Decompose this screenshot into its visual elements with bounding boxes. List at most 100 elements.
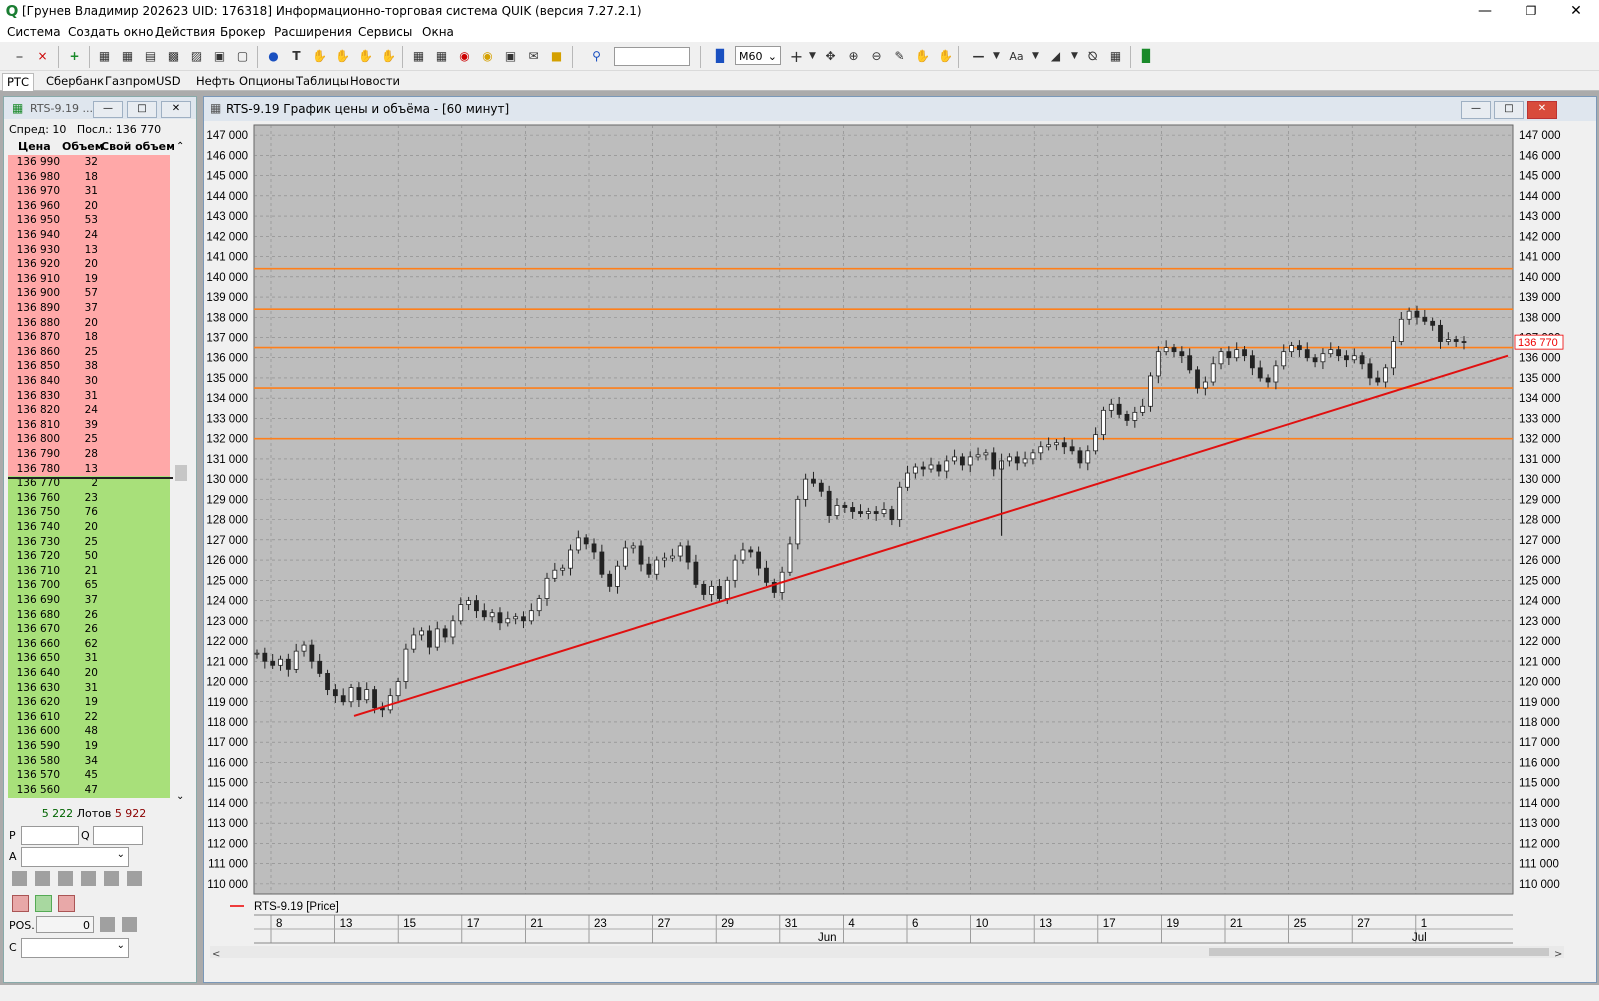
line-tool-icon[interactable]: — [970,48,987,65]
cancel-buy-icon[interactable] [12,895,29,912]
orderbook-scroll-thumb[interactable] [175,465,187,481]
tab-usd[interactable]: USD [152,73,185,90]
positions-icon[interactable]: ▣ [211,48,228,65]
new-window-icon[interactable]: + [66,48,83,65]
line-dropdown-icon[interactable]: ▼ [988,48,1005,65]
menu-extensions[interactable]: Расширения [274,25,352,39]
col-header-volume[interactable]: Объем [62,140,104,153]
zoom-in-icon[interactable]: ⊕ [845,48,862,65]
bid-row[interactable]: 136 680 26 [8,607,170,623]
ask-row[interactable]: 136 990 32 [8,155,170,170]
cancel-all-button[interactable] [104,871,119,886]
ask-row[interactable]: 136 870 18 [8,330,170,346]
ask-row[interactable]: 136 920 20 [8,257,170,273]
disconnect-icon[interactable]: × [34,48,51,65]
bid-row[interactable]: 136 720 50 [8,549,170,565]
font-dropdown-icon[interactable]: ▼ [1027,48,1044,65]
menu-create-window[interactable]: Создать окно [68,25,153,39]
menu-windows[interactable]: Окна [422,25,454,39]
table-icon[interactable]: ▦ [96,48,113,65]
bid-row[interactable]: 136 630 31 [8,680,170,696]
font-icon[interactable]: Aa [1008,48,1025,65]
scroll-up-icon[interactable]: ⌃ [176,141,184,152]
close-position-button[interactable] [100,917,115,932]
hand-icon[interactable]: ✋ [311,48,328,65]
sell-icon[interactable]: ✋ [357,48,374,65]
ask-row[interactable]: 136 860 25 [8,344,170,360]
bid-row[interactable]: 136 730 25 [8,534,170,550]
cancel-sell-icon[interactable] [35,895,52,912]
dropdown-arrow-icon[interactable]: ▼ [804,48,821,65]
indicator-icon[interactable]: ▉ [1138,48,1155,65]
tab-gazprom[interactable]: Газпром [101,73,160,90]
zoom-out-icon[interactable]: ⊖ [868,48,885,65]
bid-row[interactable]: 136 620 19 [8,695,170,711]
ask-row[interactable]: 136 950 53 [8,213,170,229]
ask-row[interactable]: 136 910 19 [8,271,170,287]
ask-row[interactable]: 136 830 31 [8,388,170,404]
tab-sberbank[interactable]: Сбербанк [42,73,108,90]
tab-tables[interactable]: Таблицы [292,73,353,90]
bid-row[interactable]: 136 660 62 [8,636,170,652]
move-icon[interactable]: ✥ [822,48,839,65]
connect-icon[interactable]: ⎯ [11,48,28,65]
buy-icon[interactable]: ✋ [334,48,351,65]
bid-row[interactable]: 136 690 37 [8,593,170,608]
bid-row[interactable]: 136 590 19 [8,739,170,754]
ask-row[interactable]: 136 980 18 [8,169,170,185]
menu-services[interactable]: Сервисы [358,25,412,39]
bid-row[interactable]: 136 580 34 [8,753,170,769]
quantity-input[interactable] [93,826,143,845]
order-cancel-icon[interactable]: ◉ [456,48,473,65]
ask-row[interactable]: 136 900 57 [8,286,170,302]
grab-icon[interactable]: ✋ [937,48,954,65]
tab-oil[interactable]: Нефть [192,73,239,90]
money-icon[interactable]: ◉ [479,48,496,65]
ask-row[interactable]: 136 880 20 [8,315,170,331]
scroll-down-icon[interactable]: ⌄ [176,791,184,802]
stop-buy-button[interactable] [58,871,73,886]
fill-dropdown-icon[interactable]: ▼ [1066,48,1083,65]
chart-type-icon[interactable]: ▉ [712,48,729,65]
cancel-stops-icon[interactable] [58,895,75,912]
orders-icon[interactable]: ▤ [142,48,159,65]
price-input[interactable] [21,826,79,845]
history-icon[interactable]: ▣ [502,48,519,65]
tab-rts[interactable]: РТС [2,73,34,91]
text-tool-icon[interactable]: T [288,48,305,65]
col-header-price[interactable]: Цена [18,140,51,153]
minimize-button[interactable]: — [1462,0,1508,24]
restore-button[interactable]: ❐ [1508,0,1554,24]
menu-system[interactable]: Система [7,25,61,39]
bid-row[interactable]: 136 710 21 [8,563,170,579]
search-input[interactable] [614,47,690,66]
ask-row[interactable]: 136 840 30 [8,374,170,389]
crosshair-icon[interactable]: + [788,48,805,65]
alert-icon[interactable]: ● [265,48,282,65]
ask-row[interactable]: 136 810 39 [8,417,170,433]
pan-icon[interactable]: ✋ [914,48,931,65]
close-button[interactable]: ✕ [1553,0,1599,24]
orderbook-scrollbar[interactable]: ⌃ ⌄ [174,141,188,807]
limits-icon[interactable]: ▢ [234,48,251,65]
tab-news[interactable]: Новости [346,73,404,90]
search-icon[interactable]: ⚲ [588,48,605,65]
bid-row[interactable]: 136 670 26 [8,622,170,638]
price-chart[interactable]: 147 000 147 000 146 000 146 000 145 000 145 0… [204,97,1596,982]
report-icon[interactable]: ▦ [433,48,450,65]
stop-sell-button[interactable] [81,871,96,886]
ask-row[interactable]: 136 790 28 [8,447,170,462]
tab-options[interactable]: Опционы [235,73,299,90]
bid-row[interactable]: 136 650 31 [8,651,170,667]
reverse-button[interactable] [127,871,142,886]
stop-orders-icon[interactable]: ▨ [188,48,205,65]
orderbook-minimize-button[interactable]: — [93,101,123,118]
menu-actions[interactable]: Действия [155,25,215,39]
col-header-own-volume[interactable]: Свой объем [101,140,175,153]
ask-row[interactable]: 136 820 24 [8,403,170,419]
ask-row[interactable]: 136 930 13 [8,242,170,258]
reverse-position-button[interactable] [122,917,137,932]
sell-market-button[interactable] [35,871,50,886]
mail-icon[interactable]: ✉ [525,48,542,65]
quotes-icon[interactable]: ▦ [119,48,136,65]
